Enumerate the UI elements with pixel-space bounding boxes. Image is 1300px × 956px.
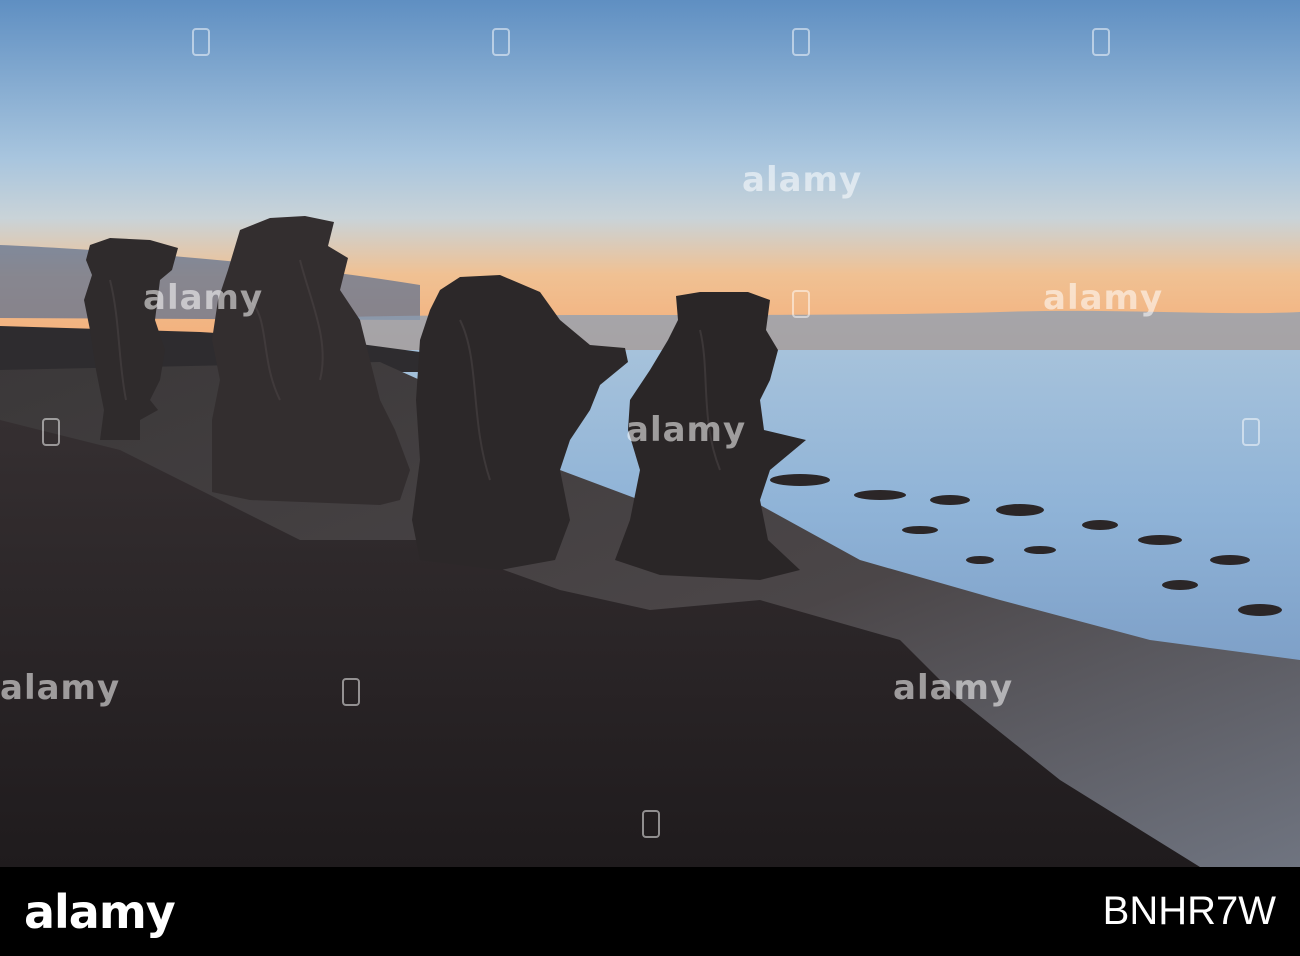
footer-bar: alamy BNHR7W: [0, 867, 1300, 956]
alamy-logo: alamy: [24, 885, 176, 939]
photo: alamy alamy alamy alamy alamy alamy: [0, 0, 1300, 867]
coastal-sea-stacks-scene: [0, 0, 1300, 867]
image-id: BNHR7W: [1102, 889, 1276, 933]
